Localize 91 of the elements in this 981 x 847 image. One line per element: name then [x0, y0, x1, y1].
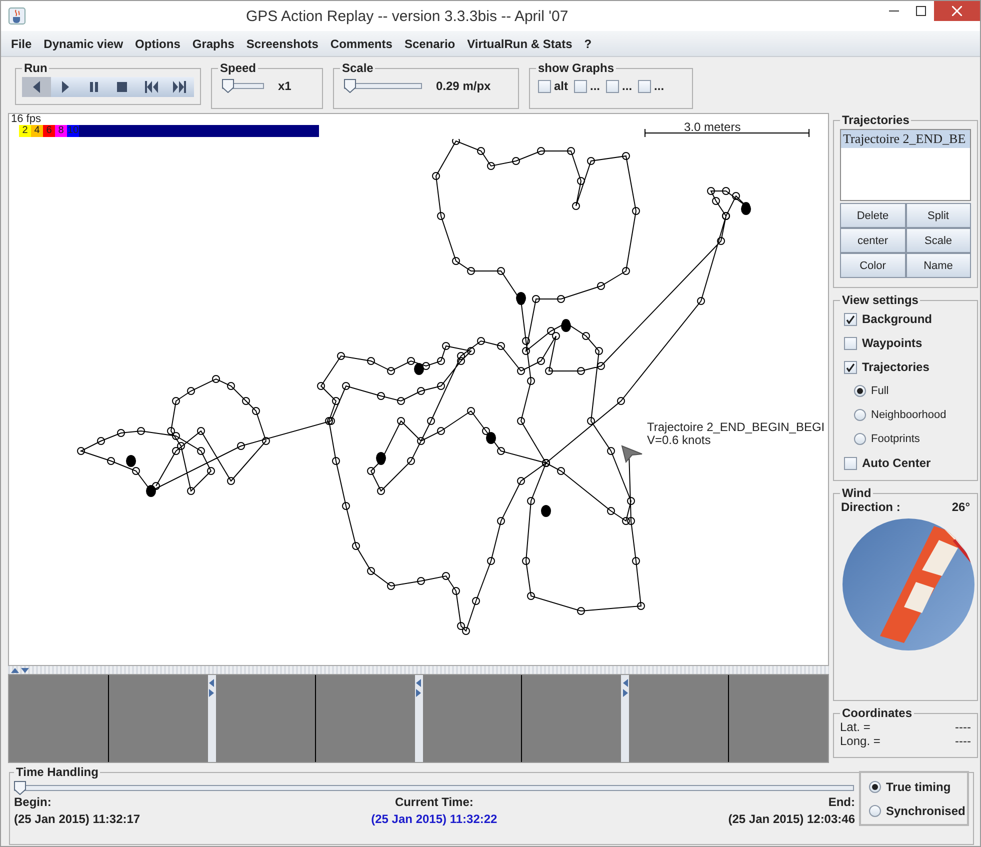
direction-value: 26° [952, 500, 970, 514]
begin-time: (25 Jan 2015) 11:32:17 [14, 812, 140, 826]
checkbox-label: Trajectories [862, 360, 930, 374]
group-title: Coordinates [841, 706, 914, 720]
speed-swatch: 8 [55, 125, 67, 137]
radio-button[interactable] [869, 780, 881, 792]
end-time: (25 Jan 2015) 12:03:46 [728, 812, 855, 826]
checkbox-label: ... [590, 79, 600, 93]
menu-item[interactable]: Comments [324, 36, 398, 50]
pause-icon [90, 82, 98, 92]
checkbox-label: alt [554, 79, 568, 93]
panel-button[interactable]: Delete [840, 203, 906, 228]
group-title: Speed [219, 61, 258, 75]
menu-item[interactable]: File [5, 36, 38, 50]
slider-thumb[interactable] [14, 781, 26, 795]
checkbox[interactable] [844, 336, 857, 350]
checkbox[interactable] [538, 80, 551, 92]
slider-thumb[interactable] [344, 79, 356, 93]
checkbox-label: ... [654, 79, 664, 93]
radio-button[interactable] [869, 804, 881, 816]
checkbox-label: Background [862, 312, 932, 326]
close-button[interactable] [934, 1, 980, 21]
menu-item[interactable]: ? [578, 36, 598, 50]
group-title: Wind [841, 486, 872, 500]
forward-icon [173, 81, 186, 93]
speed-swatch: 2 [19, 125, 31, 137]
panel-button[interactable]: Scale [906, 228, 971, 253]
step-back-icon [32, 81, 40, 93]
group-title: Scale [341, 61, 374, 75]
java-cup-icon [8, 7, 26, 25]
checkbox-label: ... [622, 79, 632, 93]
menu-item[interactable]: Screenshots [240, 36, 324, 50]
checkbox-label: Auto Center [862, 456, 931, 470]
panel-button[interactable]: Split [906, 203, 971, 228]
scale-label: 3.0 meters [684, 120, 741, 134]
stop-icon [117, 82, 128, 92]
end-label: End: [828, 795, 855, 809]
group-title: Run [23, 61, 48, 75]
speed-swatch: 6 [43, 125, 55, 137]
checkbox[interactable] [844, 360, 857, 374]
radio-button[interactable] [854, 385, 866, 397]
radio-label: Full [871, 385, 889, 397]
checkbox-label: Waypoints [862, 336, 922, 350]
speed-swatch: 4 [31, 125, 43, 137]
minimize-icon [888, 10, 898, 12]
panel-button[interactable]: Name [906, 253, 971, 278]
begin-label: Begin: [14, 795, 52, 809]
menu-item[interactable]: Options [129, 36, 186, 50]
panel-button[interactable]: Color [840, 253, 906, 278]
radio-button[interactable] [854, 409, 866, 421]
group-title: show Graphs [537, 61, 616, 75]
radio-label: Footprints [871, 433, 920, 445]
menu-item[interactable]: Graphs [186, 36, 240, 50]
fps-label: 16 fps [11, 114, 41, 125]
panel-button[interactable]: center [840, 228, 906, 253]
checkbox[interactable] [638, 80, 652, 92]
checkbox[interactable] [844, 312, 857, 326]
checkbox[interactable] [574, 80, 588, 92]
radio-label: True timing [886, 780, 951, 794]
direction-label: Direction : [841, 500, 900, 514]
current-time: (25 Jan 2015) 11:32:22 [371, 812, 498, 826]
group-title: View settings [841, 293, 920, 307]
speed-swatch: 10 [67, 125, 79, 137]
collapse-arrows-icon [10, 667, 30, 673]
menu-item[interactable]: Dynamic view [38, 36, 130, 50]
radio-button[interactable] [854, 433, 866, 445]
menu-item[interactable]: Scenario [398, 36, 462, 50]
coordinate-value: ---- [955, 734, 971, 748]
boat-arrow-icon [621, 445, 643, 463]
speed-reading: x1 [278, 79, 292, 93]
play-icon [62, 81, 68, 93]
list-item[interactable]: Trajectoire 2_END_BE [841, 130, 970, 148]
close-icon [952, 6, 962, 16]
group-title: Trajectories [841, 113, 910, 127]
slider-thumb[interactable] [222, 79, 234, 93]
radio-label: Synchronised [886, 804, 966, 818]
menu-item[interactable]: VirtualRun & Stats [461, 36, 578, 50]
group-title: Time Handling [15, 765, 100, 779]
radio-label: Neighboorhood [871, 409, 946, 421]
trajectory-label: Trajectoire 2_END_BEGIN_BEGI V=0.6 knots [647, 421, 825, 447]
maximize-icon [916, 6, 926, 16]
checkbox[interactable] [844, 456, 857, 470]
coordinate-value: ---- [955, 720, 971, 734]
rewind-icon [144, 81, 158, 93]
checkbox[interactable] [606, 80, 620, 92]
current-time-label: Current Time: [394, 795, 474, 809]
step-back-button[interactable] [22, 77, 51, 97]
window-title: GPS Action Replay -- version 3.3.3bis -- April '07 [246, 8, 568, 24]
coordinate-label: Lat. = [840, 720, 870, 734]
scale-reading: 0.29 m/px [436, 79, 491, 93]
coordinate-label: Long. = [840, 734, 880, 748]
